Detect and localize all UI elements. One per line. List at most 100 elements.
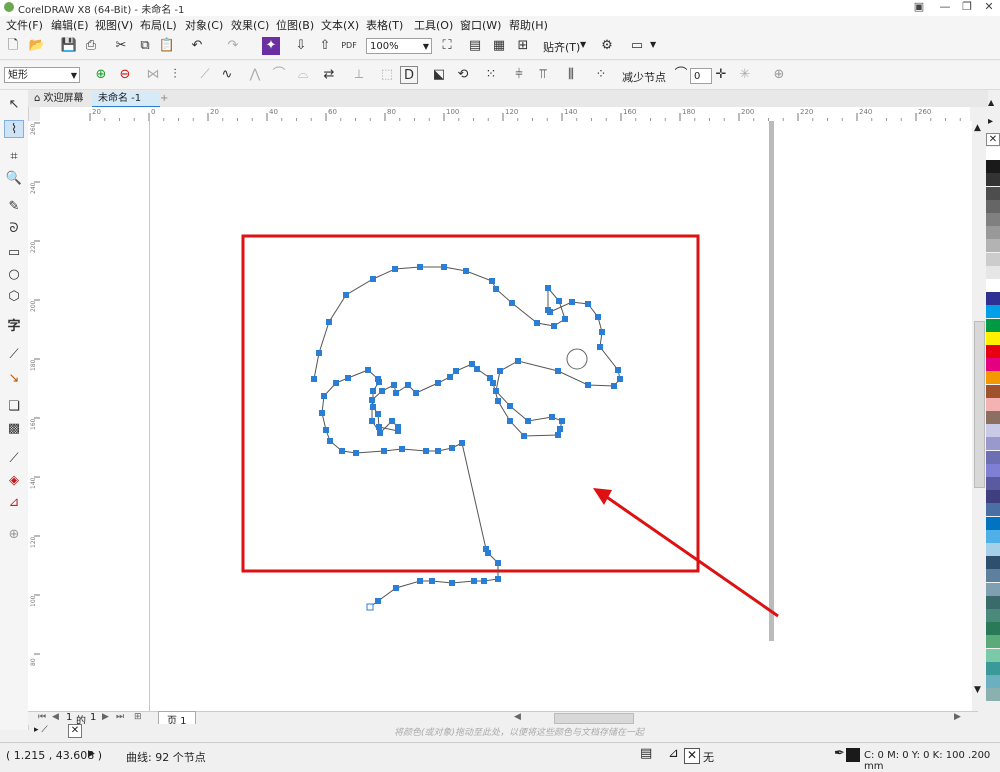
outline-color-swatch[interactable] [846, 748, 860, 762]
join-nodes-icon[interactable]: ⋈ [144, 66, 162, 84]
print-icon[interactable]: ⎙ [82, 37, 100, 55]
user-icon[interactable]: ▣ [908, 0, 930, 16]
pick-tool-icon[interactable]: ↖ [4, 96, 24, 114]
open-folder-icon[interactable]: 📂 [28, 37, 46, 55]
mirror-h-icon[interactable]: ⫩ [510, 66, 528, 84]
horizontal-scroll-thumb[interactable] [554, 713, 634, 724]
palette-swatch[interactable] [986, 582, 1000, 596]
menu-effects[interactable]: 效果(C) [231, 17, 269, 33]
show-grid-icon[interactable]: ▦ [490, 37, 508, 55]
text-tool-icon[interactable]: 字 [4, 318, 24, 336]
palette-swatch[interactable] [986, 503, 1000, 517]
palette-options-icon[interactable]: ▸ ⟋ [34, 725, 48, 735]
palette-swatch[interactable] [986, 371, 1000, 385]
delete-node-icon[interactable]: ⊖ [116, 66, 134, 84]
copy-icon[interactable]: ⧉ [136, 37, 154, 55]
menu-layout[interactable]: 布局(L) [140, 17, 177, 33]
show-rulers-icon[interactable]: ▤ [466, 37, 484, 55]
no-color-swatch[interactable]: ✕ [986, 133, 1000, 146]
extract-subpath-icon[interactable]: ⬚ [378, 66, 396, 84]
select-all-nodes-icon[interactable]: ⁘ [592, 66, 610, 84]
palette-swatch[interactable] [986, 199, 1000, 213]
palette-swatch[interactable] [986, 239, 1000, 253]
rectangle-tool-icon[interactable]: ▭ [4, 244, 24, 262]
menu-object[interactable]: 对象(C) [185, 17, 223, 33]
first-page-icon[interactable]: ⏮ [38, 712, 46, 722]
eyedropper-icon[interactable]: ⟋ [4, 450, 24, 468]
drop-shadow-icon[interactable]: ❏ [4, 398, 24, 416]
palette-swatch[interactable] [986, 635, 1000, 649]
redo-icon[interactable]: ↷ [224, 37, 242, 55]
add-tool-icon[interactable]: ⊕ [4, 526, 24, 544]
stretch-nodes-icon[interactable]: ⬕ [430, 66, 448, 84]
palette-swatch[interactable] [986, 450, 1000, 464]
palette-swatch[interactable] [986, 160, 1000, 174]
drawing-canvas[interactable] [40, 121, 972, 711]
last-page-icon[interactable]: ⏭ [116, 712, 124, 722]
close-curve-icon[interactable]: D [400, 66, 418, 84]
break-curve-icon[interactable]: ⫶ [166, 66, 184, 84]
save-icon[interactable]: 💾 [60, 37, 78, 55]
palette-swatch[interactable] [986, 675, 1000, 688]
palette-swatch[interactable] [986, 213, 1000, 226]
palette-swatch[interactable] [986, 516, 1000, 530]
palette-swatch[interactable] [986, 477, 1000, 490]
palette-swatch[interactable] [986, 424, 1000, 438]
page-tab-1[interactable]: 页 1 [158, 711, 196, 727]
ellipse-tool-icon[interactable]: ○ [4, 266, 24, 284]
reverse-direction-icon[interactable]: ⇄ [320, 66, 338, 84]
crop-tool-icon[interactable]: ⌗ [4, 148, 24, 166]
scroll-down-icon[interactable]: ▼ [974, 685, 981, 695]
paste-icon[interactable]: 📋 [158, 37, 176, 55]
menu-view[interactable]: 视图(V) [95, 17, 133, 33]
rotate-nodes-icon[interactable]: ⟲ [454, 66, 472, 84]
outline-pen-icon[interactable]: ✒ [834, 746, 845, 761]
doc-palette-none-swatch[interactable]: ✕ [68, 724, 82, 738]
menu-tools[interactable]: 工具(O) [414, 17, 453, 33]
palette-swatch[interactable] [986, 543, 1000, 556]
color-proof-icon[interactable]: ▤ [640, 746, 652, 761]
hscroll-right-icon[interactable]: ▶ [954, 712, 961, 722]
menu-window[interactable]: 窗口(W) [460, 17, 501, 33]
palette-swatch[interactable] [986, 595, 1000, 609]
palette-swatch[interactable] [986, 331, 1000, 345]
launcher-chevron-icon[interactable]: ▼ [650, 40, 656, 49]
menu-help[interactable]: 帮助(H) [509, 17, 548, 33]
tab-untitled[interactable]: 未命名 -1 [92, 91, 160, 108]
reduce-nodes-button[interactable]: 减少节点 [622, 69, 666, 85]
palette-swatch[interactable] [986, 437, 1000, 451]
palette-swatch[interactable] [986, 358, 1000, 372]
fill-bucket-icon[interactable]: ⊿ [668, 746, 679, 761]
full-screen-icon[interactable]: ⛶ [438, 37, 456, 55]
menu-edit[interactable]: 编辑(E) [51, 17, 89, 33]
application-launcher-icon[interactable]: ▭ [628, 37, 646, 55]
smooth-node-icon[interactable]: ⌒ [270, 66, 288, 84]
palette-swatch[interactable] [986, 226, 1000, 240]
polygon-tool-icon[interactable]: ⬡ [4, 288, 24, 306]
minimize-button[interactable]: — [934, 0, 956, 16]
zoom-level-select[interactable]: 100% ▼ [366, 38, 432, 54]
status-expand-icon[interactable]: ▶ [88, 749, 95, 759]
palette-menu-icon[interactable]: ▸ [988, 116, 993, 127]
palette-swatch[interactable] [986, 529, 1000, 543]
node-reflect-icon[interactable]: ✳ [736, 66, 754, 84]
close-button[interactable]: ✕ [978, 0, 1000, 16]
options-gear-icon[interactable]: ⚙ [598, 37, 616, 55]
palette-swatch[interactable] [986, 147, 1000, 160]
to-curve-icon[interactable]: ∿ [218, 66, 236, 84]
palette-swatch[interactable] [986, 252, 1000, 266]
palette-swatch[interactable] [986, 556, 1000, 570]
add-node-icon[interactable]: ⊕ [92, 66, 110, 84]
palette-swatch[interactable] [986, 609, 1000, 622]
palette-swatch[interactable] [986, 186, 1000, 200]
palette-swatch[interactable] [986, 622, 1000, 636]
menu-file[interactable]: 文件(F) [6, 17, 43, 33]
palette-swatch[interactable] [986, 648, 1000, 662]
palette-swatch[interactable] [986, 463, 1000, 477]
tab-welcome[interactable]: ⌂ 欢迎屏幕 [28, 91, 100, 106]
cut-icon[interactable]: ✂ [112, 37, 130, 55]
smoothness-input[interactable]: 0 [690, 68, 712, 84]
palette-swatch[interactable] [986, 279, 1000, 292]
palette-swatch[interactable] [986, 490, 1000, 504]
zoom-tool-icon[interactable]: 🔍 [4, 170, 24, 188]
